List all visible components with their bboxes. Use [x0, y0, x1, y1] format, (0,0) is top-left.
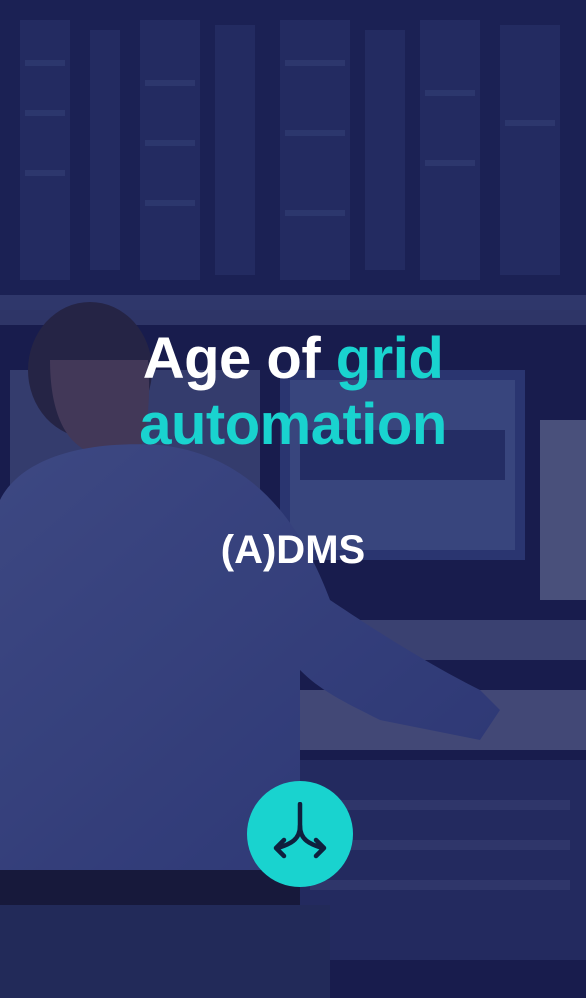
split-arrows-icon	[273, 802, 327, 859]
title-line2: automation	[139, 392, 447, 457]
hero-subtitle: (A)DMS	[220, 528, 366, 572]
split-action-button[interactable]	[247, 781, 353, 887]
title-part-accent: grid	[335, 326, 444, 391]
hero-title: Age of grid automation	[0, 326, 586, 458]
title-part-white: Age of	[142, 326, 336, 391]
hero-card: Age of grid automation (A)DMS	[0, 0, 586, 998]
